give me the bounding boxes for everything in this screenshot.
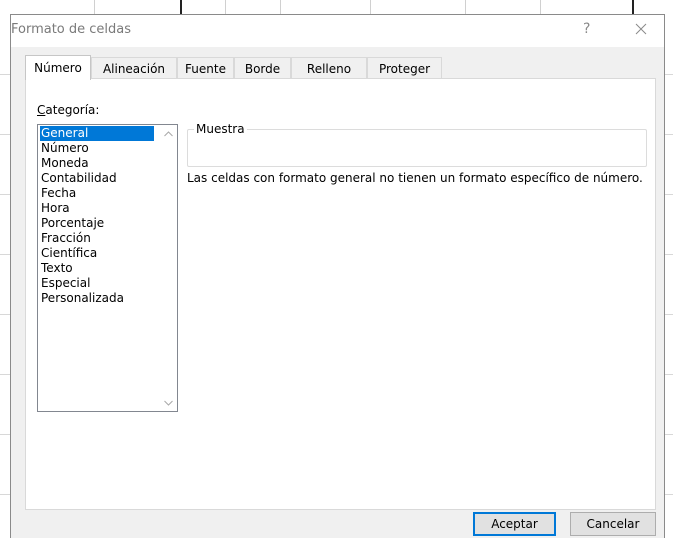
title-bar: Formato de celdas ? — [11, 15, 664, 47]
category-item-hora[interactable]: Hora — [40, 201, 154, 216]
background-spreadsheet-left — [0, 14, 10, 538]
category-scrollbar[interactable] — [160, 125, 177, 411]
help-icon[interactable]: ? — [583, 21, 590, 37]
tab-proteger[interactable]: Proteger — [367, 57, 442, 79]
dialog-title: Formato de celdas — [11, 22, 132, 37]
category-item-fecha[interactable]: Fecha — [40, 186, 154, 201]
category-item-fraccion[interactable]: Fracción — [40, 231, 154, 246]
tab-alineacion[interactable]: Alineación — [91, 57, 177, 79]
tab-panel-numero: Categoría: General Número Moneda Contabi… — [25, 78, 656, 510]
background-spreadsheet — [0, 0, 673, 15]
tab-strip: Número Alineación Fuente Borde Relleno P… — [25, 55, 445, 80]
format-cells-dialog: Formato de celdas ? Número Alineación Fu… — [10, 14, 665, 538]
category-item-contabilidad[interactable]: Contabilidad — [40, 171, 154, 186]
category-item-porcentaje[interactable]: Porcentaje — [40, 216, 154, 231]
close-icon[interactable] — [629, 17, 653, 41]
category-item-personalizada[interactable]: Personalizada — [40, 291, 154, 306]
tab-numero[interactable]: Número — [25, 55, 91, 80]
format-description: Las celdas con formato general no tienen… — [187, 171, 643, 185]
tab-relleno[interactable]: Relleno — [291, 57, 367, 79]
category-item-texto[interactable]: Texto — [40, 261, 154, 276]
ok-button[interactable]: Aceptar — [473, 512, 556, 536]
category-list[interactable]: General Número Moneda Contabilidad Fecha… — [37, 124, 178, 412]
chevron-down-icon[interactable] — [163, 397, 174, 407]
category-item-moneda[interactable]: Moneda — [40, 156, 154, 171]
category-item-cientifica[interactable]: Científica — [40, 246, 154, 261]
category-item-numero[interactable]: Número — [40, 141, 154, 156]
category-item-especial[interactable]: Especial — [40, 276, 154, 291]
chevron-up-icon[interactable] — [163, 128, 174, 138]
tab-fuente[interactable]: Fuente — [177, 57, 234, 79]
category-label: Categoría: — [37, 103, 100, 117]
sample-group: Muestra — [187, 122, 647, 167]
tab-borde[interactable]: Borde — [234, 57, 291, 79]
cancel-button[interactable]: Cancelar — [570, 512, 656, 536]
category-item-general[interactable]: General — [40, 126, 154, 141]
sample-legend: Muestra — [194, 122, 247, 136]
background-spreadsheet-right — [665, 14, 673, 538]
